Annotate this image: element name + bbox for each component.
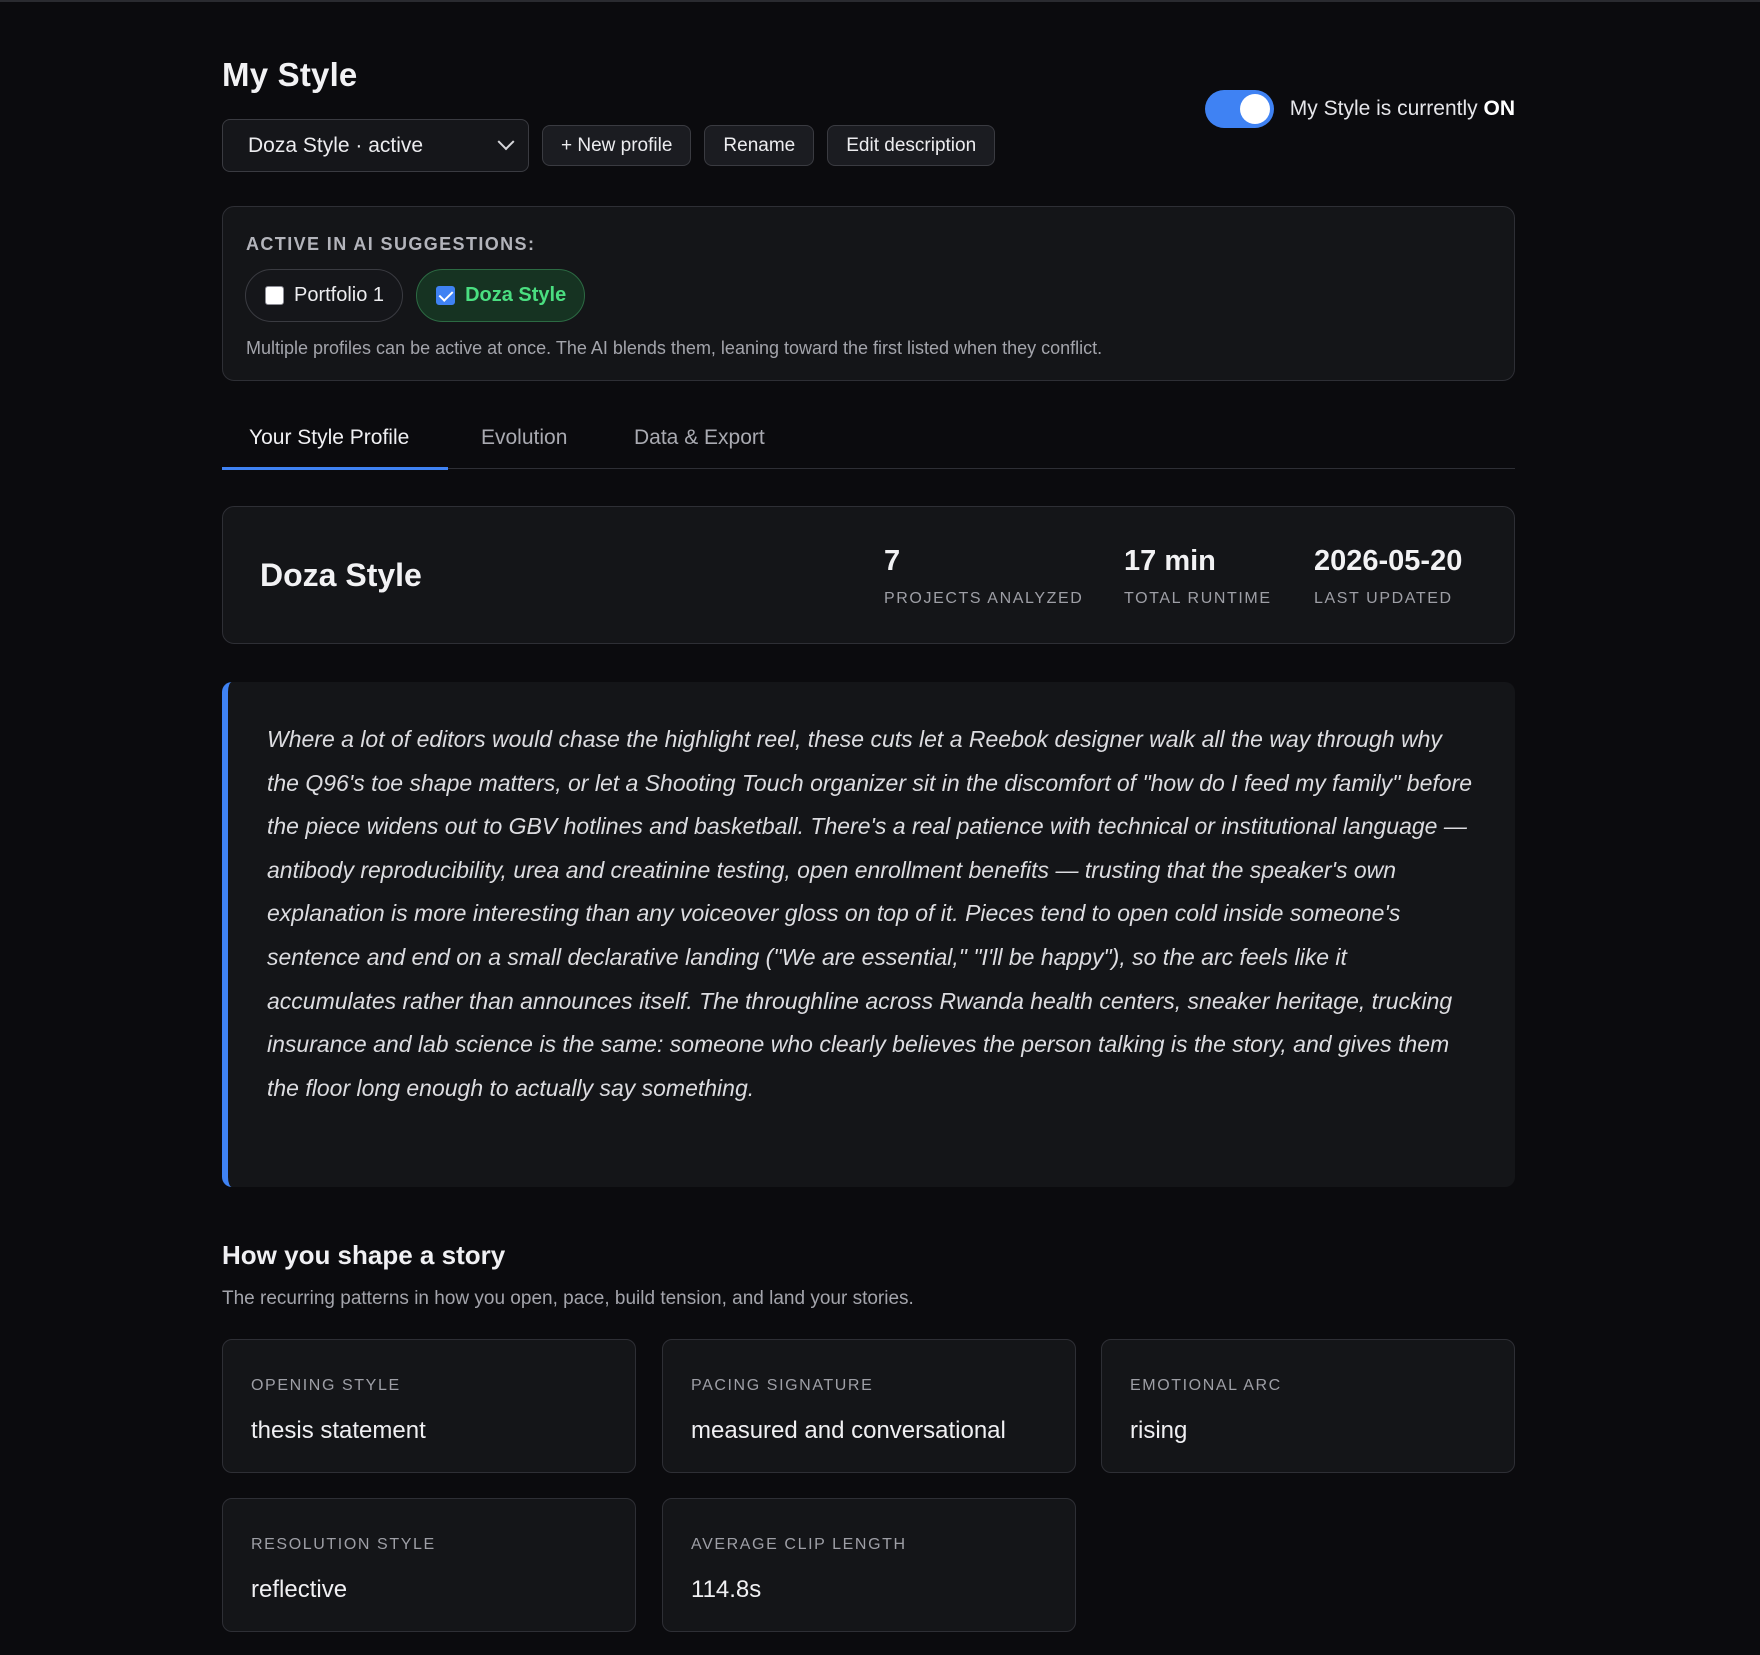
toggle-status-text: My Style is currently ON [1290, 97, 1515, 121]
chevron-down-icon [497, 132, 515, 150]
stat-label: LAST UPDATED [1314, 590, 1453, 607]
chip-portfolio-1[interactable]: Portfolio 1 [245, 269, 404, 322]
profile-select-value: Doza Style · active [248, 133, 424, 157]
card-emotional-arc: EMOTIONAL ARC rising [1101, 1339, 1515, 1473]
rename-button[interactable]: Rename [704, 125, 815, 166]
card-value: 114.8s [691, 1576, 762, 1603]
card-label: OPENING STYLE [251, 1377, 401, 1394]
my-style-toggle[interactable] [1204, 90, 1274, 128]
ai-suggestions-panel: ACTIVE IN AI SUGGESTIONS: Portfolio 1 Do… [222, 206, 1515, 381]
chip-label: Doza Style [465, 284, 567, 306]
story-section-title: How you shape a story [222, 1240, 506, 1270]
profile-summary-card: Doza Style 7 PROJECTS ANALYZED 17 min TO… [222, 506, 1515, 644]
toggle-state: ON [1483, 97, 1516, 120]
tab-data-export[interactable]: Data & Export [634, 426, 765, 450]
ai-suggestions-label: ACTIVE IN AI SUGGESTIONS: [246, 234, 536, 254]
card-value: reflective [251, 1576, 348, 1603]
edit-description-button[interactable]: Edit description [827, 125, 996, 166]
card-label: EMOTIONAL ARC [1130, 1377, 1282, 1394]
toggle-knob [1239, 94, 1270, 124]
tab-your-style-profile[interactable]: Your Style Profile [249, 426, 409, 450]
card-label: PACING SIGNATURE [691, 1377, 874, 1394]
stat-last-updated: 2026-05-20 LAST UPDATED [1314, 545, 1462, 608]
style-description-quote: Where a lot of editors would chase the h… [222, 682, 1515, 1187]
stat-value: 2026-05-20 [1314, 545, 1463, 577]
chip-label: Portfolio 1 [294, 284, 385, 306]
stat-label: TOTAL RUNTIME [1124, 590, 1272, 607]
card-average-clip-length: AVERAGE CLIP LENGTH 114.8s [662, 1498, 1076, 1632]
card-value: rising [1130, 1417, 1188, 1444]
style-description-text: Where a lot of editors would chase the h… [267, 726, 1472, 1101]
chip-doza-style[interactable]: Doza Style [416, 269, 586, 322]
checkbox-doza-style[interactable] [436, 286, 456, 305]
new-profile-button[interactable]: + New profile [542, 125, 692, 166]
story-section-subtitle: The recurring patterns in how you open, … [222, 1288, 914, 1309]
profile-chips: Portfolio 1 Doza Style [245, 269, 598, 322]
card-resolution-style: RESOLUTION STYLE reflective [222, 1498, 636, 1632]
card-opening-style: OPENING STYLE thesis statement [222, 1339, 636, 1473]
my-style-toggle-group: My Style is currently ON [1204, 90, 1515, 128]
top-divider [0, 0, 1760, 2]
ai-suggestions-note: Multiple profiles can be active at once.… [246, 338, 1103, 358]
card-value: measured and conversational [691, 1417, 1006, 1444]
stat-runtime: 17 min TOTAL RUNTIME [1124, 545, 1272, 608]
page-title: My Style [222, 56, 358, 93]
card-label: RESOLUTION STYLE [251, 1536, 436, 1553]
tab-evolution[interactable]: Evolution [481, 426, 567, 450]
card-value: thesis statement [251, 1417, 426, 1444]
stat-label: PROJECTS ANALYZED [884, 590, 1084, 607]
stat-value: 17 min [1124, 545, 1216, 577]
active-tab-indicator [222, 467, 448, 470]
checkbox-portfolio-1[interactable] [265, 286, 284, 305]
profile-name: Doza Style [260, 557, 422, 593]
tab-bar: Your Style Profile Evolution Data & Expo… [222, 414, 1515, 470]
profile-toolbar: Doza Style · active + New profile Rename… [222, 119, 996, 172]
stat-value: 7 [884, 545, 901, 577]
card-pacing-signature: PACING SIGNATURE measured and conversati… [662, 1339, 1076, 1473]
toggle-status-prefix: My Style is currently [1289, 97, 1484, 120]
stat-projects: 7 PROJECTS ANALYZED [884, 545, 1083, 608]
card-label: AVERAGE CLIP LENGTH [691, 1536, 907, 1553]
profile-select[interactable]: Doza Style · active [222, 119, 529, 172]
